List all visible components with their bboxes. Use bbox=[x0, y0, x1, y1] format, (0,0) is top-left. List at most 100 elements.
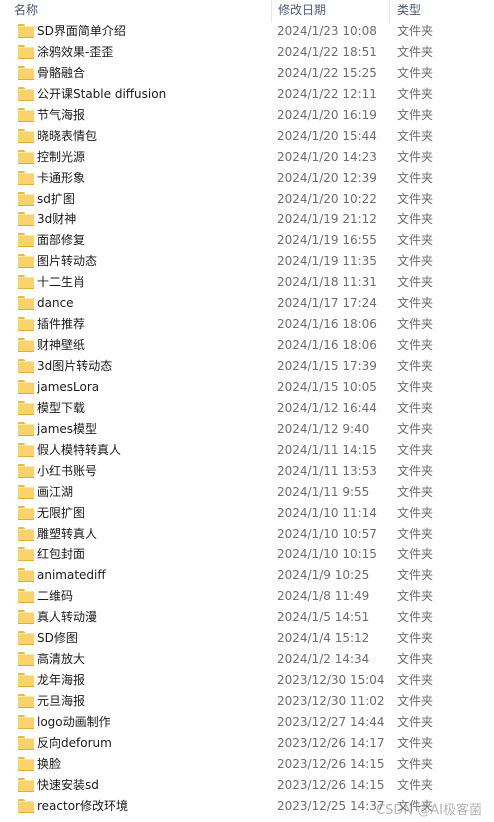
item-modified-date: 2024/1/10 10:15 bbox=[277, 547, 377, 562]
item-modified-date: 2024/1/2 14:34 bbox=[277, 652, 370, 667]
item-modified-date: 2024/1/5 14:51 bbox=[277, 610, 370, 625]
list-item[interactable]: 财神壁纸 2024/1/16 18:06 文件夹 bbox=[0, 335, 494, 356]
item-modified-date: 2023/12/25 14:37 bbox=[277, 798, 385, 813]
folder-icon bbox=[18, 526, 34, 541]
folder-icon bbox=[18, 170, 34, 185]
folder-icon bbox=[18, 128, 34, 143]
list-item[interactable]: 控制光源 2024/1/20 14:23 文件夹 bbox=[0, 147, 494, 168]
list-item[interactable]: 插件推荐 2024/1/16 18:06 文件夹 bbox=[0, 314, 494, 335]
list-item[interactable]: 二维码 2024/1/8 11:49 文件夹 bbox=[0, 586, 494, 607]
list-item[interactable]: SD修图 2024/1/4 15:12 文件夹 bbox=[0, 628, 494, 649]
list-item[interactable]: 涂鸦效果-歪歪 2024/1/22 18:51 文件夹 bbox=[0, 42, 494, 63]
list-item[interactable]: 假人模特转真人 2024/1/11 14:15 文件夹 bbox=[0, 440, 494, 461]
item-name: 换脸 bbox=[37, 756, 62, 771]
folder-icon bbox=[18, 24, 34, 38]
item-name: 财神壁纸 bbox=[37, 338, 86, 353]
item-modified-date: 2024/1/16 18:06 bbox=[277, 338, 377, 353]
item-modified-date: 2024/1/4 15:12 bbox=[277, 631, 370, 646]
list-item[interactable]: 快速安装sd 2023/12/26 14:15 文件夹 bbox=[0, 775, 494, 796]
column-divider[interactable] bbox=[389, 0, 390, 22]
folder-icon bbox=[18, 359, 34, 373]
item-modified-date: 2024/1/20 15:44 bbox=[277, 128, 377, 143]
list-item[interactable]: 节气海报 2024/1/20 16:19 文件夹 bbox=[0, 105, 494, 126]
list-item[interactable]: 换脸 2023/12/26 14:15 文件夹 bbox=[0, 754, 494, 775]
list-item[interactable]: sd扩图 2024/1/20 10:22 文件夹 bbox=[0, 189, 494, 210]
item-name: 画江湖 bbox=[37, 484, 74, 499]
list-item[interactable]: animatediff 2024/1/9 10:25 文件夹 bbox=[0, 565, 494, 586]
folder-icon bbox=[18, 212, 34, 227]
list-item[interactable]: 小红书账号 2024/1/11 13:53 文件夹 bbox=[0, 461, 494, 482]
item-name: 雕塑转真人 bbox=[37, 526, 98, 541]
folder-icon bbox=[18, 296, 34, 311]
list-item[interactable]: 无限扩图 2024/1/10 11:14 文件夹 bbox=[0, 503, 494, 524]
item-modified-date: 2023/12/26 14:15 bbox=[277, 756, 385, 771]
item-modified-date: 2024/1/12 16:44 bbox=[277, 400, 377, 415]
column-header-name[interactable]: 名称 bbox=[14, 0, 270, 22]
list-item[interactable]: 图片转动态 2024/1/19 11:35 文件夹 bbox=[0, 251, 494, 272]
folder-icon bbox=[18, 65, 34, 80]
list-item[interactable]: SD界面简单介绍 2024/1/23 10:08 文件夹 bbox=[0, 21, 494, 42]
item-type: 文件夹 bbox=[397, 128, 434, 143]
item-modified-date: 2024/1/22 18:51 bbox=[277, 44, 377, 59]
list-item[interactable]: jamesLora 2024/1/15 10:05 文件夹 bbox=[0, 377, 494, 398]
item-type: 文件夹 bbox=[397, 317, 434, 332]
list-item[interactable]: 反向deforum 2023/12/26 14:17 文件夹 bbox=[0, 733, 494, 754]
column-header-bar: 名称 修改日期 类型 bbox=[0, 0, 494, 22]
column-divider[interactable] bbox=[271, 0, 272, 22]
list-item[interactable]: logo动画制作 2023/12/27 14:44 文件夹 bbox=[0, 712, 494, 733]
list-item[interactable]: 骨骼融合 2024/1/22 15:25 文件夹 bbox=[0, 63, 494, 84]
item-modified-date: 2024/1/11 9:55 bbox=[277, 484, 370, 499]
folder-icon bbox=[18, 86, 34, 101]
item-type: 文件夹 bbox=[397, 65, 434, 80]
item-name: 元旦海报 bbox=[37, 694, 86, 708]
list-item[interactable]: 真人转动漫 2024/1/5 14:51 文件夹 bbox=[0, 607, 494, 628]
folder-icon bbox=[18, 254, 34, 269]
item-type: 文件夹 bbox=[397, 589, 434, 604]
list-item[interactable]: 画江湖 2024/1/11 9:55 文件夹 bbox=[0, 482, 494, 503]
list-item[interactable]: 高清放大 2024/1/2 14:34 文件夹 bbox=[0, 649, 494, 670]
item-type: 文件夹 bbox=[397, 526, 434, 541]
folder-icon bbox=[18, 631, 34, 646]
list-item[interactable]: 红包封面 2024/1/10 10:15 文件夹 bbox=[0, 544, 494, 565]
item-name: 真人转动漫 bbox=[37, 610, 98, 625]
item-modified-date: 2024/1/20 10:22 bbox=[277, 191, 377, 206]
folder-icon bbox=[18, 107, 34, 122]
list-item[interactable]: 公开课Stable diffusion 2024/1/22 12:11 文件夹 bbox=[0, 84, 494, 105]
item-modified-date: 2024/1/19 11:35 bbox=[277, 254, 377, 269]
column-header-date[interactable]: 修改日期 bbox=[278, 0, 390, 22]
list-item[interactable]: 模型下载 2024/1/12 16:44 文件夹 bbox=[0, 398, 494, 419]
watermark: CSDN @AI极客菌 bbox=[376, 803, 482, 818]
item-name: 龙年海报 bbox=[37, 673, 86, 688]
list-item[interactable]: 面部修复 2024/1/19 16:55 文件夹 bbox=[0, 230, 494, 251]
item-type: 文件夹 bbox=[397, 463, 434, 478]
column-header-type[interactable]: 类型 bbox=[397, 0, 477, 22]
item-type: 文件夹 bbox=[397, 170, 434, 185]
list-item[interactable]: 晓晓表情包 2024/1/20 15:44 文件夹 bbox=[0, 126, 494, 147]
item-name: 卡通形象 bbox=[37, 170, 86, 185]
list-item[interactable]: 卡通形象 2024/1/20 12:39 文件夹 bbox=[0, 168, 494, 189]
item-type: 文件夹 bbox=[397, 756, 434, 771]
folder-icon bbox=[18, 400, 34, 415]
folder-icon bbox=[18, 777, 34, 792]
list-item[interactable]: dance 2024/1/17 17:24 文件夹 bbox=[0, 293, 494, 314]
list-item[interactable]: 龙年海报 2023/12/30 15:04 文件夹 bbox=[0, 670, 494, 691]
item-type: 文件夹 bbox=[397, 631, 434, 646]
folder-icon bbox=[18, 275, 34, 290]
list-item[interactable]: james模型 2024/1/12 9:40 文件夹 bbox=[0, 419, 494, 440]
list-item[interactable]: 雕塑转真人 2024/1/10 10:57 文件夹 bbox=[0, 524, 494, 545]
item-type: 文件夹 bbox=[397, 777, 434, 792]
list-item[interactable]: 3d财神 2024/1/19 21:12 文件夹 bbox=[0, 209, 494, 230]
item-modified-date: 2024/1/20 14:23 bbox=[277, 149, 377, 164]
list-item[interactable]: 3d图片转动态 2024/1/15 17:39 文件夹 bbox=[0, 356, 494, 377]
item-modified-date: 2024/1/23 10:08 bbox=[277, 24, 377, 38]
list-item[interactable]: 元旦海报 2023/12/30 11:02 文件夹 bbox=[0, 691, 494, 712]
item-modified-date: 2024/1/8 11:49 bbox=[277, 589, 370, 604]
item-type: 文件夹 bbox=[397, 568, 434, 583]
item-name: 小红书账号 bbox=[37, 463, 98, 478]
folder-icon bbox=[18, 735, 34, 750]
item-name: 快速安装sd bbox=[37, 777, 99, 792]
item-type: 文件夹 bbox=[397, 442, 434, 457]
item-modified-date: 2024/1/16 18:06 bbox=[277, 317, 377, 332]
item-type: 文件夹 bbox=[397, 44, 434, 59]
list-item[interactable]: 十二生肖 2024/1/18 11:31 文件夹 bbox=[0, 272, 494, 293]
